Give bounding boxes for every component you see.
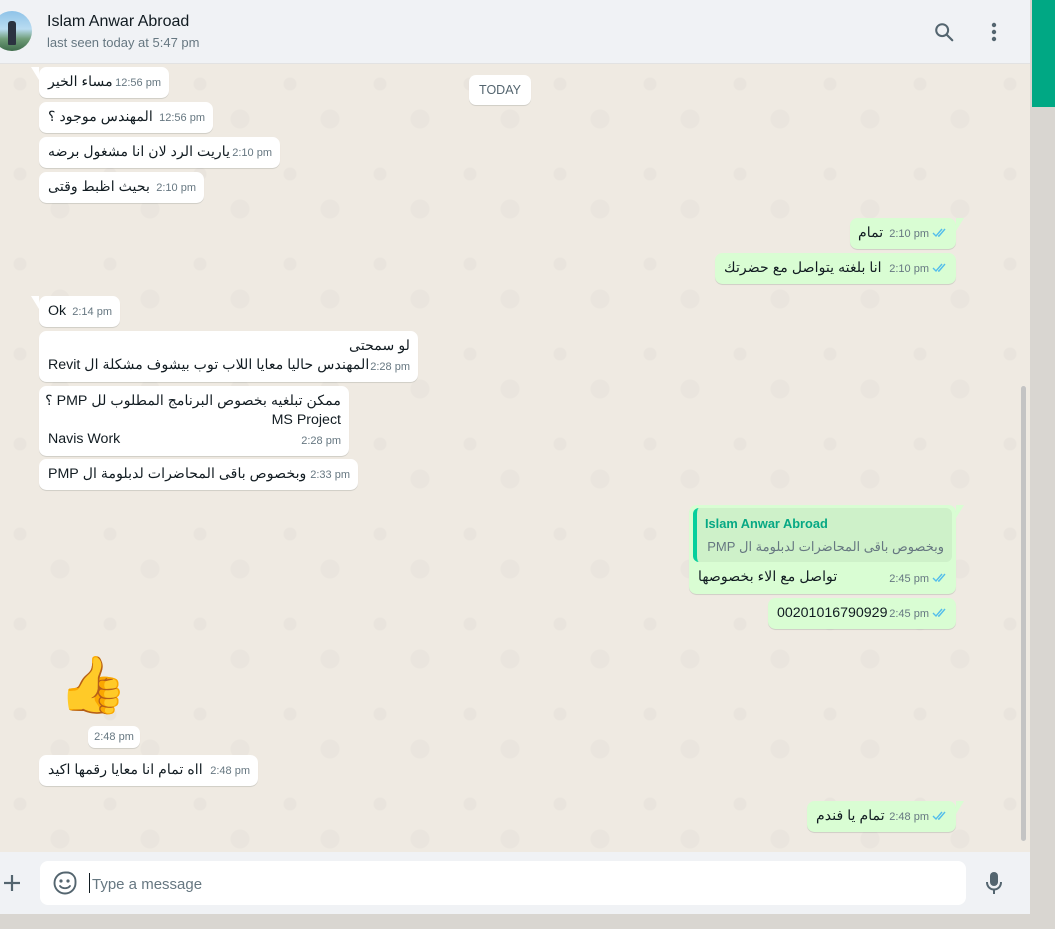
message-text-line: المهندس حاليا معايا اللاب توب بيشوف مشكل… [48,357,370,373]
message-time: 2:14 pm [72,306,112,318]
double-check-icon [932,811,946,821]
message-text: تمام [858,225,884,241]
message-input-box[interactable] [40,861,966,905]
message-outgoing-reply[interactable]: Islam Anwar Abroad وبخصوص باقى المحاضرات… [689,505,964,594]
emoji-icon[interactable] [52,870,78,896]
message-time: 2:10 pm [156,182,196,194]
message-text-line: Navis Work [48,431,121,447]
message-text: المهندس موجود ؟ [48,109,153,125]
composer-bar [0,852,1030,914]
message-incoming[interactable]: Ok 2:14 pm [31,296,120,327]
message-text: مساء الخير [48,74,113,90]
message-time: 2:45 pm [889,573,929,585]
message-time: 2:28 pm [370,361,410,373]
attach-icon[interactable] [0,869,26,897]
contact-name[interactable]: Islam Anwar Abroad [47,13,189,31]
chat-header: Islam Anwar Abroad last seen today at 5:… [0,0,1030,64]
message-incoming[interactable]: ااه تمام انا معايا رقمها اكيد 2:48 pm [39,755,258,786]
message-meta: 2:10 pm [889,225,948,244]
message-time: 12:56 pm [115,77,161,89]
message-outgoing[interactable]: انا بلغته يتواصل مع حضرتك 2:10 pm [715,253,956,284]
quoted-author: Islam Anwar Abroad [705,516,828,531]
last-seen-status: last seen today at 5:47 pm [47,35,200,50]
message-incoming[interactable]: لو سمحتى المهندس حاليا معايا اللاب توب ب… [39,331,418,382]
quoted-message[interactable]: Islam Anwar Abroad وبخصوص باقى المحاضرات… [693,508,952,562]
message-time: 2:10 pm [889,228,929,240]
menu-icon[interactable] [980,18,1008,46]
message-meta: 2:10 pm [889,260,948,279]
thumbs-up-sticker[interactable]: 👍 [58,650,128,720]
message-meta: 2:48 pm [889,808,948,827]
message-incoming[interactable]: المهندس موجود ؟ 12:56 pm [39,102,213,133]
message-incoming[interactable]: وبخصوص باقى المحاضرات لدبلومة ال PMP 2:3… [39,459,358,490]
message-text: وبخصوص باقى المحاضرات لدبلومة ال PMP [48,466,307,482]
message-incoming[interactable]: ياريت الرد لان انا مشغول برضه 2:10 pm [39,137,280,168]
message-text-line: لو سمحتى [349,338,410,354]
message-time: 2:45 pm [889,608,929,620]
message-text: انا بلغته يتواصل مع حضرتك [724,260,882,276]
message-time: 2:33 pm [310,469,350,481]
message-time: 2:10 pm [232,147,272,159]
search-icon[interactable] [930,18,958,46]
message-text-line: MS Project [271,412,341,428]
window-bottom-edge [0,914,1030,929]
quoted-text: وبخصوص باقى المحاضرات لدبلومة ال PMP [707,539,944,554]
message-outgoing[interactable]: تمام يا فندم 2:48 pm [807,801,964,832]
message-meta: 2:45 pm [889,570,948,589]
message-outgoing[interactable]: تمام 2:10 pm [850,218,964,249]
scrollbar-thumb[interactable] [1021,386,1026,841]
message-outgoing[interactable]: 00201016790929 2:45 pm [768,598,956,629]
message-incoming[interactable]: ممكن تبلغيه بخصوص البرنامج المطلوب لل PM… [39,386,349,456]
message-text: ياريت الرد لان انا مشغول برضه [48,144,231,160]
message-meta: 2:45 pm [889,605,948,624]
message-time: 2:48 pm [210,765,250,777]
accent-bar [1032,0,1055,107]
message-text: تواصل مع الاء بخصوصها [698,569,838,585]
message-time: 2:10 pm [889,263,929,275]
message-time: 12:56 pm [159,112,205,124]
double-check-icon [932,228,946,238]
double-check-icon [932,608,946,618]
message-list[interactable]: TODAY مساء الخير 12:56 pm المهندس موجود … [0,64,1030,852]
sticker-time: 2:48 pm [88,726,140,748]
window-right-edge [1030,0,1055,929]
message-text: Ok [48,303,67,319]
message-time: 2:48 pm [889,811,929,823]
message-text-line: ممكن تبلغيه بخصوص البرنامج المطلوب لل PM… [45,393,341,409]
message-input[interactable] [90,869,934,899]
message-text: تمام يا فندم [816,808,885,824]
date-divider: TODAY [469,75,531,105]
avatar[interactable] [0,11,32,51]
mic-icon[interactable] [981,869,1007,897]
message-time: 2:28 pm [301,435,341,447]
message-text: 00201016790929 [777,605,888,621]
scrollbar[interactable] [1019,66,1027,852]
message-text: ااه تمام انا معايا رقمها اكيد [48,762,203,778]
double-check-icon [932,263,946,273]
message-incoming[interactable]: مساء الخير 12:56 pm [31,67,169,98]
message-incoming[interactable]: بحيث اظبط وقتى 2:10 pm [39,172,204,203]
message-text: بحيث اظبط وقتى [48,179,150,195]
whatsapp-chat-window: Islam Anwar Abroad last seen today at 5:… [0,0,1030,929]
double-check-icon [932,573,946,583]
